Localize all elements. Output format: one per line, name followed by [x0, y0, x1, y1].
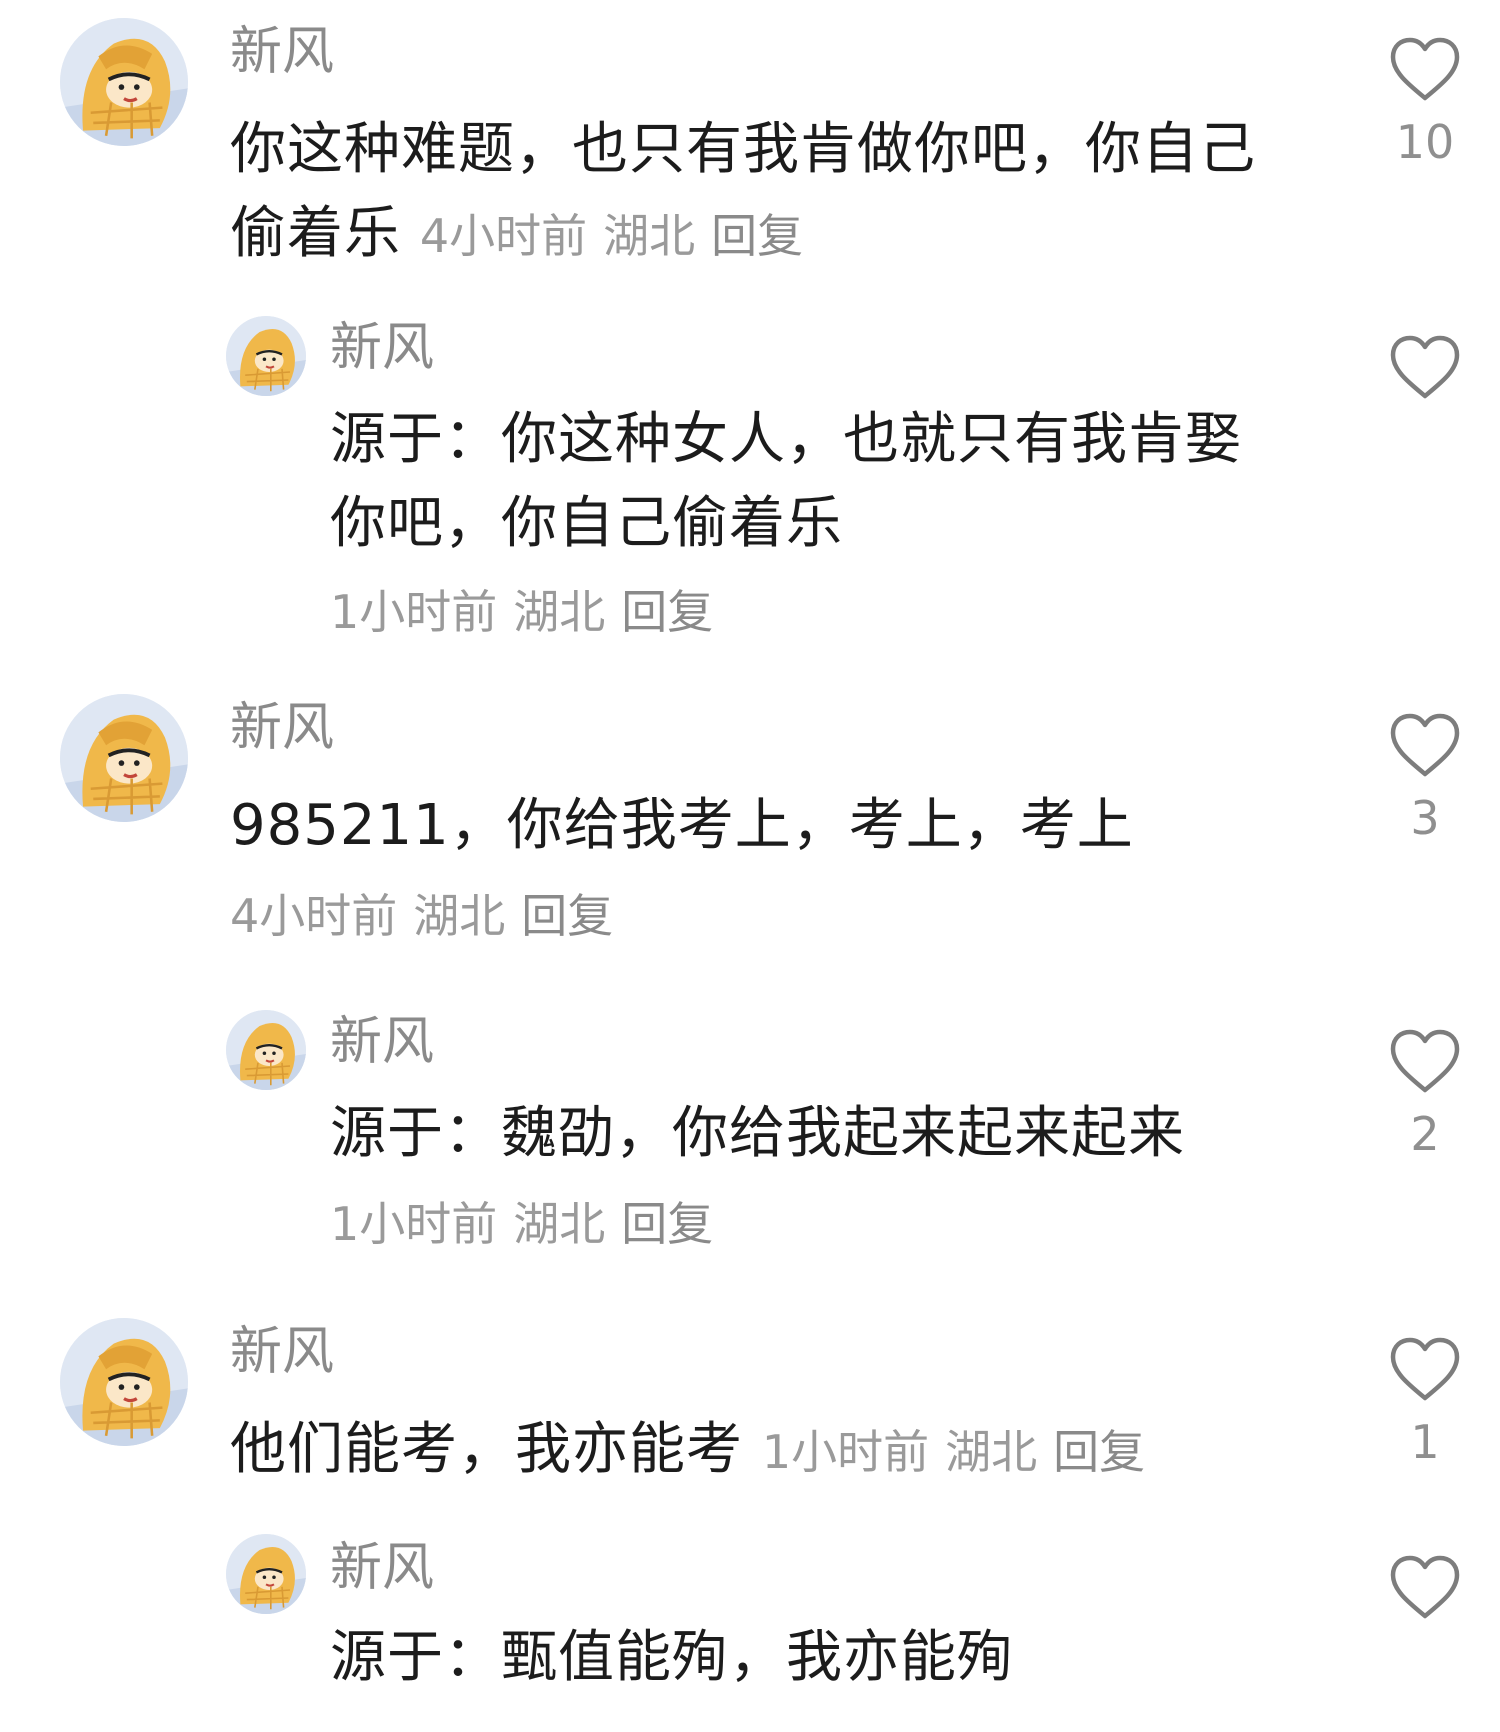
- avatar[interactable]: [226, 316, 306, 396]
- comment-time: 4小时前: [230, 889, 398, 943]
- like-button[interactable]: 2: [1360, 1028, 1490, 1162]
- reply-button[interactable]: 回复: [621, 585, 713, 639]
- comment-text: 他们能考，我亦能考 1小时前 湖北 回复: [230, 1408, 1310, 1494]
- cartoon-avatar-icon: [60, 694, 188, 822]
- heart-outline-icon: [1390, 335, 1460, 399]
- comment-time: 1小时前: [330, 585, 498, 639]
- avatar[interactable]: [60, 18, 188, 146]
- like-count: 2: [1410, 1107, 1440, 1161]
- comment-location: 湖北: [513, 585, 606, 639]
- cartoon-avatar-icon: [60, 18, 188, 146]
- reply-button[interactable]: 回复: [711, 209, 803, 263]
- comment-time: 1小时前: [761, 1425, 930, 1479]
- comment-text: 源于：你这种女人，也就只有我肯娶你吧，你自己偷着乐: [330, 398, 1280, 566]
- reply-button[interactable]: 回复: [621, 1197, 713, 1251]
- comment-content: 985211，你给我考上，考上，考上: [230, 793, 1134, 858]
- comment-location: 湖北: [603, 209, 696, 263]
- avatar[interactable]: [226, 1534, 306, 1614]
- reply-button[interactable]: 回复: [1053, 1425, 1145, 1479]
- comment-meta: 1小时前 湖北 回复: [330, 1194, 729, 1254]
- avatar[interactable]: [226, 1010, 306, 1090]
- comment-meta: 1小时前 湖北 回复: [762, 1425, 1161, 1479]
- like-button[interactable]: [1360, 1554, 1490, 1620]
- avatar[interactable]: [60, 1318, 188, 1446]
- like-button[interactable]: 1: [1360, 1336, 1490, 1470]
- comment-text: 985211，你给我考上，考上，考上: [230, 784, 1290, 868]
- comment-meta: 1小时前 湖北 回复: [330, 582, 729, 642]
- heart-outline-icon: [1390, 713, 1460, 777]
- comment-time: 1小时前: [330, 1197, 498, 1251]
- heart-outline-icon: [1390, 1337, 1460, 1401]
- comment-text: 源于：魏劭，你给我起来起来起来: [330, 1092, 1310, 1176]
- comment-username[interactable]: 新风: [230, 1322, 334, 1382]
- comment-text: 源于：甄值能殉，我亦能殉: [330, 1616, 1310, 1700]
- like-button[interactable]: 3: [1360, 712, 1490, 846]
- comment-username[interactable]: 新风: [330, 1012, 434, 1072]
- cartoon-avatar-icon: [60, 1318, 188, 1446]
- comment-meta: 4小时前 湖北 回复: [230, 886, 629, 946]
- comment-username[interactable]: 新风: [230, 698, 334, 758]
- like-button[interactable]: 10: [1360, 36, 1490, 170]
- cartoon-avatar-icon: [226, 316, 306, 396]
- cartoon-avatar-icon: [226, 1010, 306, 1090]
- comment-location: 湖北: [945, 1425, 1038, 1479]
- comment-username[interactable]: 新风: [230, 22, 334, 82]
- comment-content: 源于：甄值能殉，我亦能殉: [330, 1625, 1014, 1690]
- like-count: 10: [1395, 115, 1455, 169]
- comment-username[interactable]: 新风: [330, 318, 434, 378]
- reply-button[interactable]: 回复: [521, 889, 613, 943]
- heart-outline-icon: [1390, 1029, 1460, 1093]
- comment-meta: 4小时前 湖北 回复: [420, 209, 819, 263]
- like-count: 1: [1410, 1415, 1440, 1469]
- comment-location: 湖北: [513, 1197, 606, 1251]
- heart-outline-icon: [1390, 37, 1460, 101]
- comment-location: 湖北: [413, 889, 506, 943]
- like-count: 3: [1410, 791, 1440, 845]
- avatar[interactable]: [60, 694, 188, 822]
- comment-username[interactable]: 新风: [330, 1538, 434, 1598]
- comment-content: 他们能考，我亦能考: [230, 1417, 743, 1482]
- like-button[interactable]: [1360, 334, 1490, 400]
- comment-content: 源于：你这种女人，也就只有我肯娶你吧，你自己偷着乐: [330, 407, 1242, 556]
- heart-outline-icon: [1390, 1555, 1460, 1619]
- comment-text: 你这种难题，也只有我肯做你吧，你自己偷着乐 4小时前 湖北 回复: [230, 108, 1290, 278]
- comment-content: 源于：魏劭，你给我起来起来起来: [330, 1101, 1185, 1166]
- cartoon-avatar-icon: [226, 1534, 306, 1614]
- comment-time: 4小时前: [419, 209, 588, 263]
